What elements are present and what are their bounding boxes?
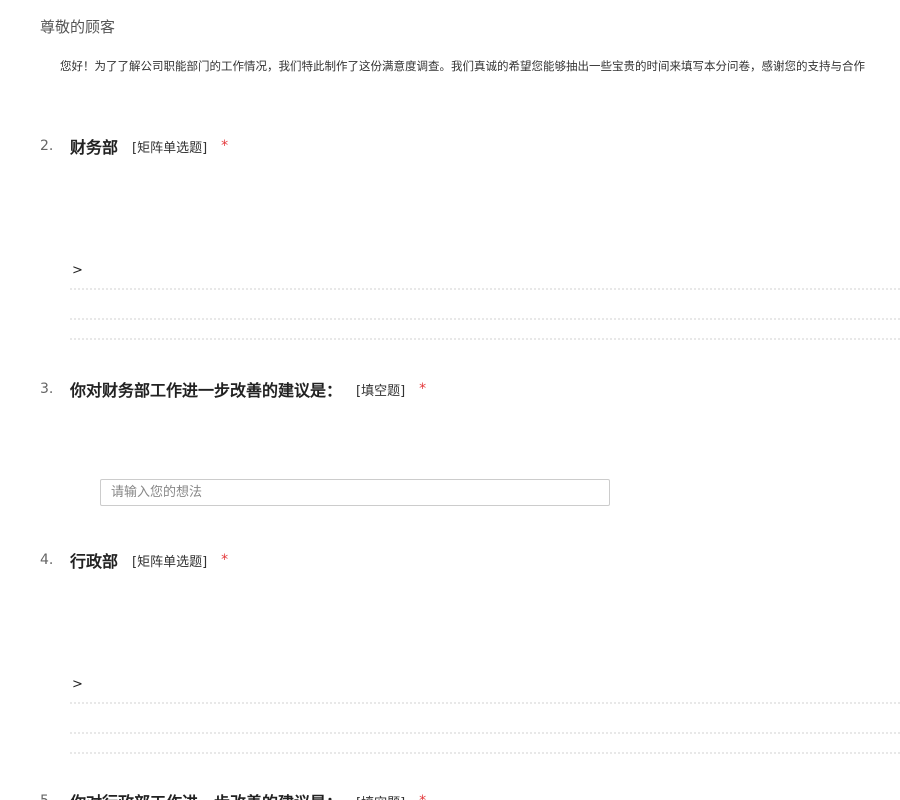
- divider: [70, 702, 900, 704]
- question-2-header: 2. 财务部 [矩阵单选题] *: [40, 134, 900, 158]
- question-title: 你对行政部工作进一步改善的建议是：: [70, 789, 342, 800]
- divider: [70, 318, 900, 320]
- question-number: 3.: [40, 381, 54, 397]
- divider: [70, 732, 900, 734]
- survey-page: 尊敬的顾客 您好！为了了解公司职能部门的工作情况，我们特此制作了这份满意度调查。…: [0, 0, 900, 800]
- required-marker: *: [221, 552, 229, 568]
- question-title: 行政部: [70, 552, 119, 571]
- question-number: 4.: [40, 552, 54, 568]
- matrix-expand-arrow[interactable]: >: [72, 677, 83, 692]
- required-marker: *: [221, 138, 229, 154]
- question-type: [矩阵单选题]: [132, 554, 208, 570]
- survey-intro: 您好！为了了解公司职能部门的工作情况，我们特此制作了这份满意度调查。我们真诚的希…: [60, 59, 865, 73]
- divider: [70, 338, 900, 340]
- divider: [70, 288, 900, 290]
- question-number: 2.: [40, 138, 54, 154]
- greeting-title: 尊敬的顾客: [40, 18, 116, 36]
- question-number: 5.: [40, 793, 70, 800]
- required-marker: *: [419, 381, 427, 397]
- question-title: 财务部: [70, 138, 119, 157]
- question-type: [矩阵单选题]: [132, 140, 208, 156]
- question-type: [填空题]: [356, 383, 406, 399]
- question-4-header: 4. 行政部 [矩阵单选题] *: [40, 548, 900, 572]
- divider: [70, 752, 900, 754]
- finance-suggestion-input[interactable]: [100, 479, 610, 506]
- question-5-header: 5. 你对行政部工作进一步改善的建议是： [填空题] *: [40, 789, 900, 800]
- required-marker: *: [419, 793, 426, 800]
- question-title: 你对财务部工作进一步改善的建议是：: [70, 381, 343, 400]
- question-3-header: 3. 你对财务部工作进一步改善的建议是： [填空题] *: [40, 377, 900, 401]
- matrix-expand-arrow[interactable]: >: [72, 263, 83, 278]
- question-type: [填空题]: [356, 792, 405, 800]
